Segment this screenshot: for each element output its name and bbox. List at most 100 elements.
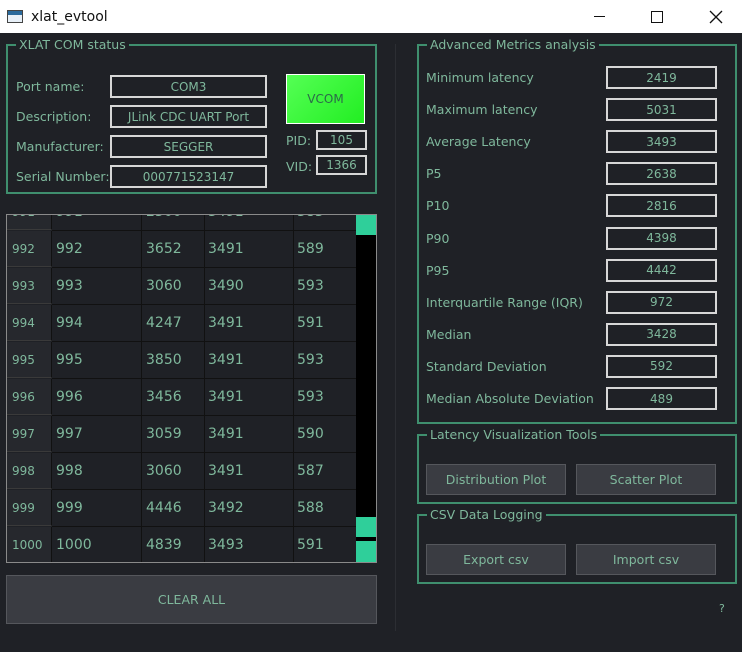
table-cell[interactable]: 589 — [297, 231, 324, 267]
panel-divider — [395, 44, 396, 631]
table-cell[interactable]: 593 — [297, 268, 324, 304]
table-cell[interactable]: 590 — [297, 416, 324, 452]
metric-value: 3493 — [606, 130, 717, 154]
metric-value: 2816 — [606, 194, 717, 218]
metric-value: 972 — [606, 290, 717, 314]
table-cell[interactable]: 3491 — [208, 342, 244, 378]
scroll-down-button[interactable] — [356, 541, 376, 562]
manufacturer-field: SEGGER — [110, 135, 267, 158]
table-cell[interactable]: 996 — [56, 379, 83, 415]
metric-value: 2638 — [606, 162, 717, 186]
metric-label: P90 — [426, 230, 450, 246]
table-cell[interactable]: 3456 — [146, 379, 182, 415]
row-header[interactable]: 1000 — [7, 527, 52, 562]
metric-label: Maximum latency — [426, 102, 538, 118]
metric-value: 5031 — [606, 98, 717, 122]
metric-value: 4442 — [606, 258, 717, 282]
table-cell[interactable]: 4839 — [146, 527, 182, 562]
metric-label: Median — [426, 326, 472, 342]
table-cell[interactable]: 3492 — [208, 490, 244, 526]
table-scrollbar[interactable] — [356, 215, 376, 562]
table-cell[interactable]: 3059 — [146, 416, 182, 452]
table-row[interactable]: 994 994 4247 3491 591 — [7, 305, 357, 342]
table-cell[interactable]: 998 — [56, 453, 83, 489]
row-header[interactable]: 997 — [7, 416, 52, 452]
maximize-button[interactable] — [634, 0, 680, 33]
table-cell[interactable]: 991 — [56, 215, 83, 230]
title-bar: xlat_evtool — [0, 0, 742, 33]
table-row[interactable]: 995 995 3850 3491 593 — [7, 342, 357, 379]
table-cell[interactable]: 3850 — [146, 342, 182, 378]
table-cell[interactable]: 995 — [56, 342, 83, 378]
table-row[interactable]: 993 993 3060 3490 593 — [7, 268, 357, 305]
row-header[interactable]: 993 — [7, 268, 52, 304]
maximize-icon — [651, 10, 663, 23]
table-row[interactable]: 1000 1000 4839 3493 591 — [7, 527, 357, 562]
row-header[interactable]: 992 — [7, 231, 52, 267]
export-csv-button[interactable]: Export csv — [426, 544, 566, 575]
metric-value: 2419 — [606, 66, 717, 89]
vcom-button[interactable]: VCOM — [286, 74, 365, 124]
table-cell[interactable]: 583 — [297, 215, 324, 230]
table-cell[interactable]: 992 — [56, 231, 83, 267]
table-cell[interactable]: 3060 — [146, 268, 182, 304]
window-title: xlat_evtool — [31, 8, 108, 25]
table-cell[interactable]: 3652 — [146, 231, 182, 267]
metric-label: Interquartile Range (IQR) — [426, 294, 583, 310]
table-cell[interactable]: 588 — [297, 490, 324, 526]
app-icon — [7, 10, 23, 23]
scroll-thumb[interactable] — [356, 517, 376, 537]
table-row[interactable]: 992 992 3652 3491 589 — [7, 231, 357, 268]
table-cell[interactable]: 3491 — [208, 215, 244, 230]
table-row[interactable]: 998 998 3060 3491 587 — [7, 453, 357, 490]
table-cell[interactable]: 4446 — [146, 490, 182, 526]
scroll-up-button[interactable] — [356, 215, 376, 235]
row-header[interactable]: 996 — [7, 379, 52, 415]
minimize-button[interactable] — [576, 0, 622, 33]
row-header[interactable]: 995 — [7, 342, 52, 378]
table-cell[interactable]: 999 — [56, 490, 83, 526]
metric-label: Median Absolute Deviation — [426, 391, 594, 406]
table-cell[interactable]: 587 — [297, 453, 324, 489]
table-cell[interactable]: 591 — [297, 305, 324, 341]
table-cell[interactable]: 1000 — [56, 527, 92, 562]
table-cell[interactable]: 993 — [56, 268, 83, 304]
table-cell[interactable]: 994 — [56, 305, 83, 341]
pid-label: PID: — [286, 133, 312, 148]
distribution-plot-button[interactable]: Distribution Plot — [426, 464, 566, 495]
row-header[interactable]: 998 — [7, 453, 52, 489]
table-cell[interactable]: 593 — [297, 379, 324, 415]
close-button[interactable] — [693, 0, 739, 33]
help-icon[interactable]: ? — [719, 602, 725, 615]
row-header[interactable]: 999 — [7, 490, 52, 526]
table-row[interactable]: 997 997 3059 3491 590 — [7, 416, 357, 453]
table-cell[interactable]: 3491 — [208, 416, 244, 452]
vid-field: 1366 — [316, 155, 367, 175]
table-cell[interactable]: 3491 — [208, 305, 244, 341]
import-csv-button[interactable]: Import csv — [576, 544, 716, 575]
table-cell[interactable]: 4247 — [146, 305, 182, 341]
table-cell[interactable]: 3490 — [208, 268, 244, 304]
table-row[interactable]: 996 996 3456 3491 593 — [7, 379, 357, 416]
row-header[interactable]: 994 — [7, 305, 52, 341]
latency-table[interactable]: 991 991 2500 3491 583 992992365234915899… — [6, 214, 377, 563]
clear-all-button[interactable]: CLEAR ALL — [6, 575, 377, 624]
table-cell[interactable]: 3491 — [208, 379, 244, 415]
metric-label: Minimum latency — [426, 70, 534, 85]
metric-label: P5 — [426, 166, 442, 182]
table-cell[interactable]: 2500 — [146, 215, 182, 230]
table-row-partial[interactable]: 991 991 2500 3491 583 — [7, 215, 357, 231]
table-cell[interactable]: 997 — [56, 416, 83, 452]
metric-value: 489 — [606, 387, 717, 410]
row-header[interactable]: 991 — [7, 215, 52, 230]
scatter-plot-button[interactable]: Scatter Plot — [576, 464, 716, 495]
table-row[interactable]: 999 999 4446 3492 588 — [7, 490, 357, 527]
table-cell[interactable]: 3493 — [208, 527, 244, 562]
table-cell[interactable]: 3060 — [146, 453, 182, 489]
metrics-title: Advanced Metrics analysis — [427, 37, 599, 52]
table-cell[interactable]: 591 — [297, 527, 324, 562]
table-cell[interactable]: 3491 — [208, 231, 244, 267]
table-cell[interactable]: 593 — [297, 342, 324, 378]
table-cell[interactable]: 3491 — [208, 453, 244, 489]
description-field: JLink CDC UART Port — [110, 105, 267, 128]
